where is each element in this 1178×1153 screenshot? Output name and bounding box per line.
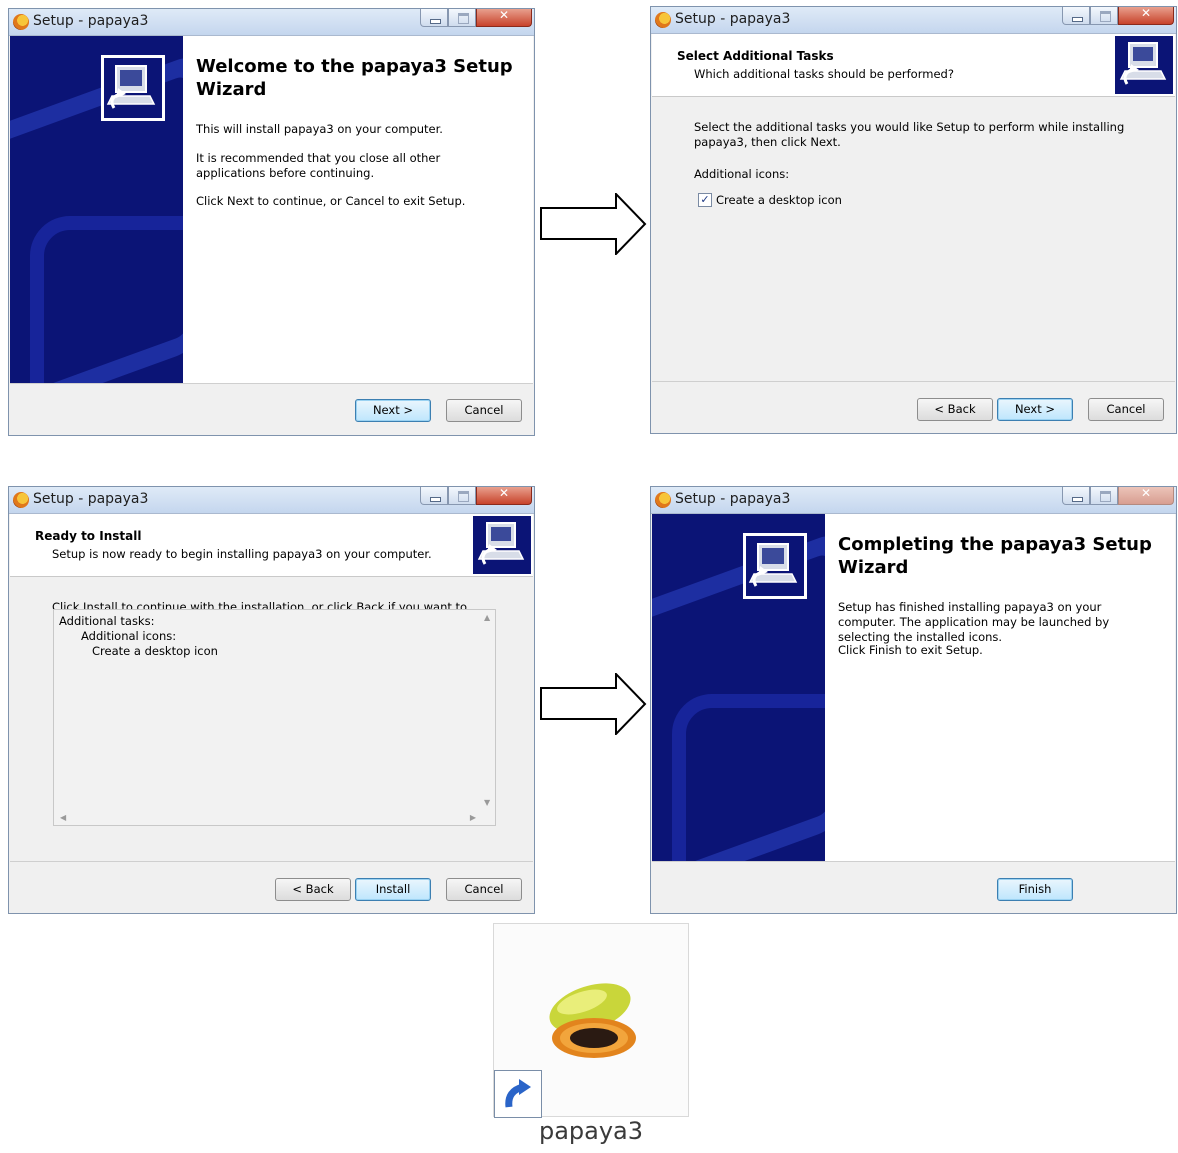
checkmark-icon: ✓: [700, 193, 710, 206]
maximize-button: [1090, 7, 1118, 25]
next-button[interactable]: Next >: [355, 399, 431, 422]
minimize-icon: [430, 497, 441, 502]
desktop-icon-checkbox[interactable]: ✓: [698, 193, 712, 207]
memo-line: Additional icons:: [81, 629, 177, 643]
setup-app-icon: [13, 492, 29, 508]
cancel-button[interactable]: Cancel: [446, 399, 522, 422]
setup-window-finish: Setup - papaya3 ✕ Completing the papaya3…: [650, 486, 1177, 914]
window-title: Setup - papaya3: [675, 11, 791, 27]
ready-summary-memo[interactable]: Additional tasks: Additional icons: Crea…: [53, 609, 496, 826]
maximize-icon: [458, 491, 469, 502]
title-bar[interactable]: Setup - papaya3 ✕: [9, 8, 534, 36]
page-subtitle: Setup is now ready to begin installing p…: [52, 547, 432, 561]
setup-computer-logo-icon: [101, 55, 165, 121]
cancel-button[interactable]: Cancel: [1088, 398, 1164, 421]
papaya-fruit-icon: [549, 983, 636, 1058]
finish-button[interactable]: Finish: [997, 878, 1073, 901]
close-button[interactable]: ✕: [1118, 6, 1174, 25]
window-title: Setup - papaya3: [33, 491, 149, 507]
memo-line: Create a desktop icon: [92, 644, 218, 658]
shortcut-arrow-icon: [494, 1070, 542, 1118]
setup-window-welcome: Setup - papaya3 ✕ Welcome to the papaya3…: [8, 8, 535, 436]
flow-arrow-icon: [540, 193, 647, 255]
page-title: Ready to Install: [35, 529, 142, 543]
maximize-button: [448, 9, 476, 27]
maximize-button: [448, 487, 476, 505]
setup-app-icon: [13, 14, 29, 30]
shortcut-label[interactable]: papaya3: [494, 1117, 688, 1145]
close-button[interactable]: ✕: [476, 8, 532, 27]
close-icon: ✕: [498, 8, 510, 22]
title-bar[interactable]: Setup - papaya3 ✕: [9, 486, 534, 514]
horizontal-scrollbar[interactable]: ◀ ▶: [54, 810, 480, 825]
cancel-button[interactable]: Cancel: [446, 878, 522, 901]
setup-computer-logo-icon: [743, 533, 807, 599]
minimize-button[interactable]: [420, 487, 448, 505]
flow-arrow-icon: [540, 673, 647, 735]
additional-icons-label: Additional icons:: [694, 167, 790, 181]
welcome-title: Welcome to the papaya3 Setup Wizard: [196, 56, 513, 100]
setup-computer-logo-icon: [473, 516, 531, 574]
close-icon: ✕: [1140, 6, 1152, 20]
finish-title: Completing the papaya3 Setup Wizard: [838, 534, 1152, 578]
title-bar[interactable]: Setup - papaya3 ✕: [651, 6, 1176, 34]
setup-window-tasks: Setup - papaya3 ✕ Select Additional Task…: [650, 6, 1177, 434]
welcome-text-2: It is recommended that you close all oth…: [196, 151, 441, 180]
finish-text-2: Click Finish to exit Setup.: [838, 643, 983, 657]
finish-text-1: Setup has finished installing papaya3 on…: [838, 600, 1110, 644]
setup-window-ready: Setup - papaya3 ✕ Ready to Install Setup…: [8, 486, 535, 914]
setup-app-icon: [655, 12, 671, 28]
welcome-text-3: Click Next to continue, or Cancel to exi…: [196, 194, 466, 208]
next-button[interactable]: Next >: [997, 398, 1073, 421]
close-button[interactable]: ✕: [476, 486, 532, 505]
maximize-icon: [1100, 491, 1111, 502]
maximize-icon: [458, 13, 469, 24]
scroll-right-icon[interactable]: ▶: [470, 813, 476, 822]
window-title: Setup - papaya3: [33, 13, 149, 29]
minimize-button[interactable]: [1062, 487, 1090, 505]
wizard-side-image: [652, 514, 825, 861]
minimize-button[interactable]: [420, 9, 448, 27]
papaya3-desktop-shortcut[interactable]: [493, 923, 689, 1118]
minimize-button[interactable]: [1062, 7, 1090, 25]
minimize-icon: [1072, 497, 1083, 502]
desktop-icon-checkbox-label[interactable]: Create a desktop icon: [716, 193, 842, 208]
close-icon: ✕: [1140, 486, 1152, 500]
welcome-text-1: This will install papaya3 on your comput…: [196, 122, 443, 136]
close-button: ✕: [1118, 486, 1174, 505]
back-button[interactable]: < Back: [275, 878, 351, 901]
scroll-left-icon[interactable]: ◀: [60, 813, 66, 822]
minimize-icon: [430, 19, 441, 24]
close-icon: ✕: [498, 486, 510, 500]
title-bar[interactable]: Setup - papaya3 ✕: [651, 486, 1176, 514]
setup-app-icon: [655, 492, 671, 508]
window-title: Setup - papaya3: [675, 491, 791, 507]
maximize-icon: [1100, 11, 1111, 22]
wizard-side-image: [10, 36, 183, 383]
install-button[interactable]: Install: [355, 878, 431, 901]
minimize-icon: [1072, 17, 1083, 22]
tasks-intro: Select the additional tasks you would li…: [694, 120, 1125, 149]
maximize-button: [1090, 487, 1118, 505]
scroll-up-icon[interactable]: ▲: [484, 613, 490, 622]
scroll-down-icon[interactable]: ▼: [484, 798, 490, 807]
back-button[interactable]: < Back: [917, 398, 993, 421]
page-title: Select Additional Tasks: [677, 49, 834, 63]
vertical-scrollbar[interactable]: ▲ ▼: [480, 610, 495, 810]
setup-computer-logo-icon: [1115, 36, 1173, 94]
page-subtitle: Which additional tasks should be perform…: [694, 67, 954, 81]
memo-line: Additional tasks:: [59, 614, 155, 628]
